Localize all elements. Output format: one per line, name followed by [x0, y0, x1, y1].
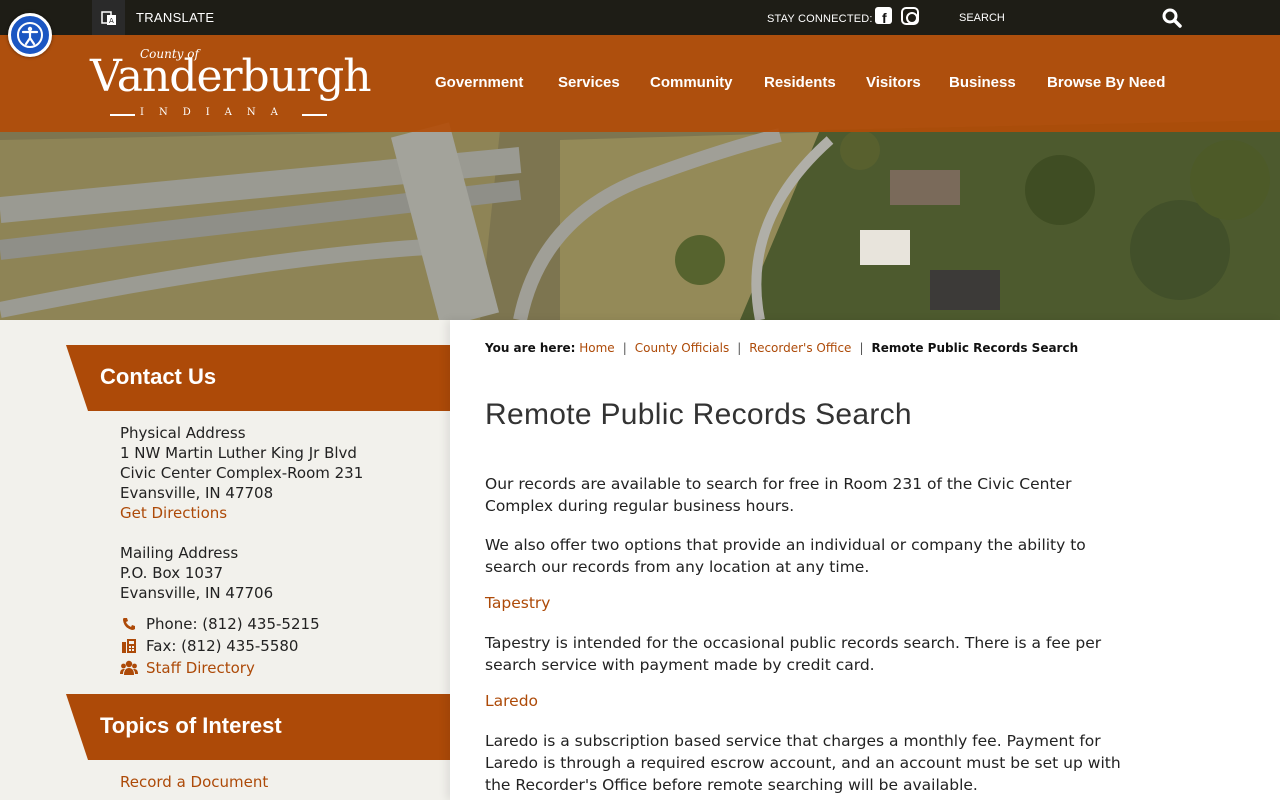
contact-us-heading: Contact Us [66, 345, 450, 411]
instagram-icon[interactable] [901, 7, 919, 25]
svg-text:A: A [109, 17, 114, 25]
breadcrumb-separator: | [622, 341, 627, 355]
physical-address-line1: 1 NW Martin Luther King Jr Blvd [120, 444, 357, 462]
breadcrumb-separator: | [737, 341, 742, 355]
sidebar: Contact Us Physical Address 1 NW Martin … [0, 320, 450, 800]
logo-rule-right [302, 114, 327, 116]
topics-list: Record a Document [120, 772, 268, 792]
nav-business[interactable]: Business [949, 74, 1016, 91]
translate-icon[interactable]: A [92, 0, 125, 35]
main-content: You are here: Home | County Officials | Reco… [450, 320, 1280, 800]
nav-services[interactable]: Services [558, 74, 620, 91]
get-directions-link[interactable]: Get Directions [120, 504, 227, 522]
laredo-paragraph: Laredo is a subscription based service t… [485, 732, 1121, 794]
nav-visitors[interactable]: Visitors [866, 74, 921, 91]
facebook-icon[interactable]: f [875, 7, 892, 26]
users-icon [120, 660, 138, 676]
physical-address-line3: Evansville, IN 47708 [120, 484, 274, 502]
breadcrumb-separator: | [859, 341, 864, 355]
physical-address: Physical Address 1 NW Martin Luther King… [120, 423, 363, 523]
phone-row: Phone: (812) 435-5215 [120, 614, 320, 634]
fax-text: Fax: (812) 435-5580 [146, 637, 299, 655]
nav-community[interactable]: Community [650, 74, 733, 91]
breadcrumb-label: You are here: [485, 341, 576, 355]
county-logo[interactable]: County of Vanderburgh INDIANA [90, 45, 395, 125]
tapestry-link[interactable]: Tapestry [485, 594, 550, 612]
breadcrumb-home[interactable]: Home [579, 341, 614, 355]
fax-icon [120, 638, 138, 654]
topic-record-a-document[interactable]: Record a Document [120, 773, 268, 791]
mailing-address: Mailing Address P.O. Box 1037 Evansville… [120, 543, 273, 603]
logo-state: INDIANA [140, 107, 293, 118]
tapestry-paragraph: Tapestry is intended for the occasional … [485, 634, 1102, 674]
mailing-address-line1: P.O. Box 1037 [120, 564, 224, 582]
staff-directory-link[interactable]: Staff Directory [146, 658, 255, 678]
breadcrumb-recorders-office[interactable]: Recorder's Office [749, 341, 851, 355]
logo-name: Vanderburgh [90, 51, 372, 102]
translate-link[interactable]: TRANSLATE [136, 10, 214, 25]
phone-text: Phone: (812) 435-5215 [146, 615, 320, 633]
logo-rule-left [110, 114, 135, 116]
search-area [955, 0, 1195, 35]
utility-bar: A TRANSLATE STAY CONNECTED: f [0, 0, 1280, 35]
accessibility-icon[interactable] [8, 13, 52, 57]
search-icon[interactable] [1162, 8, 1182, 28]
stay-connected-label: STAY CONNECTED: [767, 13, 873, 25]
mailing-address-line2: Evansville, IN 47706 [120, 584, 274, 602]
options-paragraph: We also offer two options that provide a… [485, 536, 1086, 576]
mailing-address-label: Mailing Address [120, 544, 239, 562]
topics-of-interest-title: Topics of Interest [100, 713, 282, 738]
physical-address-line2: Civic Center Complex-Room 231 [120, 464, 364, 482]
physical-address-label: Physical Address [120, 424, 246, 442]
contact-us-title: Contact Us [100, 364, 217, 389]
page-title: Remote Public Records Search [485, 398, 912, 431]
svg-text:f: f [882, 10, 887, 24]
main-header: County of Vanderburgh INDIANA Government… [0, 35, 1280, 132]
fax-row: Fax: (812) 435-5580 [120, 636, 298, 656]
topics-of-interest-heading: Topics of Interest [66, 694, 450, 760]
breadcrumb: You are here: Home | County Officials | Reco… [485, 341, 1078, 355]
intro-paragraph: Our records are available to search for … [485, 475, 1072, 515]
breadcrumb-county-officials[interactable]: County Officials [635, 341, 729, 355]
search-input[interactable] [955, 0, 1155, 35]
staff-directory-row: Staff Directory [120, 658, 255, 678]
breadcrumb-current: Remote Public Records Search [871, 341, 1079, 355]
nav-government[interactable]: Government [435, 74, 523, 91]
nav-residents[interactable]: Residents [764, 74, 836, 91]
phone-icon [120, 616, 138, 632]
nav-browse-by-need[interactable]: Browse By Need [1047, 74, 1165, 91]
laredo-link[interactable]: Laredo [485, 692, 538, 710]
